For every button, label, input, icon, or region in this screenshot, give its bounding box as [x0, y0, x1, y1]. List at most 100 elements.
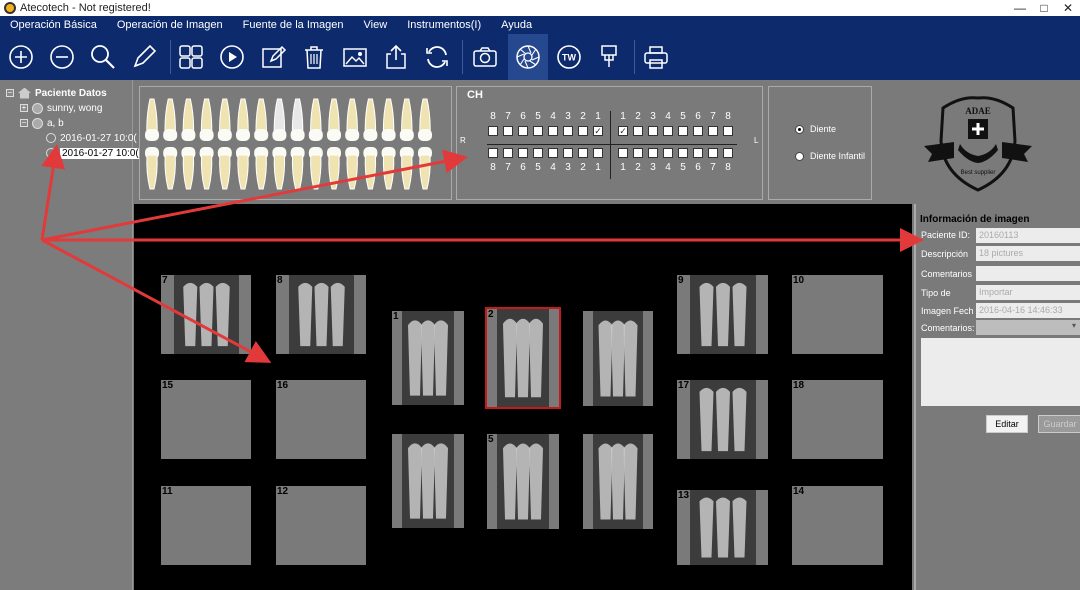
tooth-checkbox[interactable] — [518, 126, 528, 136]
menu-ayuda[interactable]: Ayuda — [491, 19, 542, 31]
image-slot[interactable] — [583, 434, 653, 529]
tooth-checkbox[interactable] — [593, 148, 603, 158]
search-button[interactable] — [84, 38, 122, 76]
menu-fuente-imagen[interactable]: Fuente de la Imagen — [233, 19, 354, 31]
collapse-icon[interactable]: − — [6, 89, 14, 97]
expand-icon[interactable]: + — [20, 104, 28, 112]
tooth-checkbox[interactable] — [648, 148, 658, 158]
tooth-checkbox[interactable] — [723, 148, 733, 158]
radio-diente-infantil-control[interactable] — [795, 151, 804, 161]
tree-date-1[interactable]: 2016-01-27 10:0( — [46, 131, 137, 145]
tooth-checkbox[interactable] — [488, 126, 498, 136]
pencil-button[interactable] — [125, 38, 163, 76]
tooth-checkbox[interactable] — [633, 126, 643, 136]
camera-button[interactable] — [466, 38, 504, 76]
image-slot[interactable]: 8 — [276, 275, 366, 354]
tooth-checkbox[interactable] — [708, 148, 718, 158]
tooth-checkbox[interactable] — [533, 126, 543, 136]
collapse-icon[interactable]: − — [20, 119, 28, 127]
tooth-checkbox[interactable] — [678, 126, 688, 136]
image-slot[interactable]: 9 — [677, 275, 768, 354]
tooth-checkbox[interactable] — [548, 148, 558, 158]
delete-button[interactable] — [295, 38, 333, 76]
grid-layout-button[interactable] — [172, 38, 210, 76]
image-slot[interactable]: 12 — [276, 486, 366, 565]
tooth-checkbox[interactable] — [518, 148, 528, 158]
lower-tooth[interactable] — [273, 154, 286, 190]
lower-tooth[interactable] — [346, 154, 358, 190]
minimize-button[interactable]: — — [1008, 1, 1032, 15]
tw-button[interactable]: TW — [550, 38, 588, 76]
tree-date-2[interactable]: 2016-01-27 10:0( — [46, 146, 141, 160]
lower-tooth[interactable] — [401, 154, 413, 190]
lower-tooth[interactable] — [146, 154, 158, 190]
image-slot[interactable]: 13 — [677, 490, 768, 565]
tooth-checkbox[interactable] — [663, 126, 673, 136]
play-button[interactable] — [213, 38, 251, 76]
image-slot[interactable]: 15 — [161, 380, 251, 459]
edit-button[interactable]: Editar — [986, 415, 1028, 433]
teeth-diagram[interactable] — [140, 87, 453, 201]
tooth-checkbox[interactable] — [633, 148, 643, 158]
tooth-checkbox[interactable] — [548, 126, 558, 136]
tooth-checkbox[interactable] — [503, 148, 513, 158]
tooth-checkbox[interactable] — [693, 148, 703, 158]
menu-operacion-imagen[interactable]: Operación de Imagen — [107, 19, 233, 31]
tooth-checkbox[interactable] — [723, 126, 733, 136]
lower-tooth[interactable] — [200, 154, 213, 190]
comments-field[interactable] — [976, 266, 1080, 281]
description-field[interactable]: 18 pictures — [976, 246, 1080, 261]
comments-textarea[interactable] — [921, 338, 1080, 406]
lower-tooth[interactable] — [364, 154, 377, 190]
tooth-checkbox[interactable]: ✓ — [618, 126, 628, 136]
tooth-checkbox[interactable] — [708, 126, 718, 136]
tooth-checkbox[interactable] — [503, 126, 513, 136]
tree-root[interactable]: − Paciente Datos — [6, 86, 107, 100]
image-slot[interactable]: 18 — [792, 380, 883, 459]
image-slot[interactable] — [583, 311, 653, 406]
tooth-checkbox[interactable] — [578, 148, 588, 158]
comments2-select[interactable] — [976, 320, 1080, 335]
tooth-checkbox[interactable] — [533, 148, 543, 158]
date-field[interactable]: 2016-04-16 14:46:33 — [976, 303, 1080, 318]
export-button[interactable] — [377, 38, 415, 76]
lower-tooth[interactable] — [219, 154, 231, 190]
image-slot[interactable]: 2 — [485, 307, 561, 409]
lower-tooth[interactable] — [291, 154, 304, 190]
image-slot[interactable] — [392, 434, 464, 528]
close-button[interactable]: ✕ — [1056, 1, 1080, 15]
radio-diente[interactable]: Diente — [795, 124, 836, 134]
maximize-button[interactable]: □ — [1032, 1, 1056, 15]
tree-patient-2[interactable]: − a, b — [20, 116, 64, 130]
patient-id-field[interactable]: 20160113 — [976, 228, 1080, 243]
menu-view[interactable]: View — [354, 19, 398, 31]
tooth-checkbox[interactable] — [693, 126, 703, 136]
tooth-checkbox[interactable] — [618, 148, 628, 158]
edit-button[interactable] — [254, 38, 292, 76]
tooth-checkbox[interactable] — [663, 148, 673, 158]
image-viewer[interactable]: 7 8 1 2 9 10 15 16 17 18 5 11 12 13 14 — [134, 204, 912, 590]
image-slot[interactable]: 1 — [392, 311, 464, 405]
lower-tooth[interactable] — [237, 154, 249, 190]
lower-tooth[interactable] — [419, 154, 431, 190]
image-slot[interactable]: 7 — [161, 275, 251, 354]
lower-tooth[interactable] — [255, 154, 267, 190]
lower-tooth[interactable] — [164, 154, 176, 190]
tooth-checkbox[interactable] — [563, 148, 573, 158]
tooth-checkbox[interactable]: ✓ — [593, 126, 603, 136]
tooth-checkbox[interactable] — [488, 148, 498, 158]
image-slot[interactable]: 16 — [276, 380, 366, 459]
radio-diente-control[interactable] — [795, 124, 804, 134]
aperture-button[interactable] — [508, 34, 548, 80]
type-field[interactable]: Importar — [976, 285, 1080, 300]
sensor-button[interactable] — [590, 38, 628, 76]
tooth-checkbox[interactable] — [678, 148, 688, 158]
image-slot[interactable]: 17 — [677, 380, 768, 459]
tooth-checkbox[interactable] — [648, 126, 658, 136]
menu-operacion-basica[interactable]: Operación Básica — [0, 19, 107, 31]
radio-diente-infantil[interactable]: Diente Infantil — [795, 151, 865, 161]
refresh-button[interactable] — [418, 38, 456, 76]
image-slot[interactable]: 11 — [161, 486, 251, 565]
lower-tooth[interactable] — [328, 154, 340, 190]
lower-tooth[interactable] — [182, 154, 195, 190]
